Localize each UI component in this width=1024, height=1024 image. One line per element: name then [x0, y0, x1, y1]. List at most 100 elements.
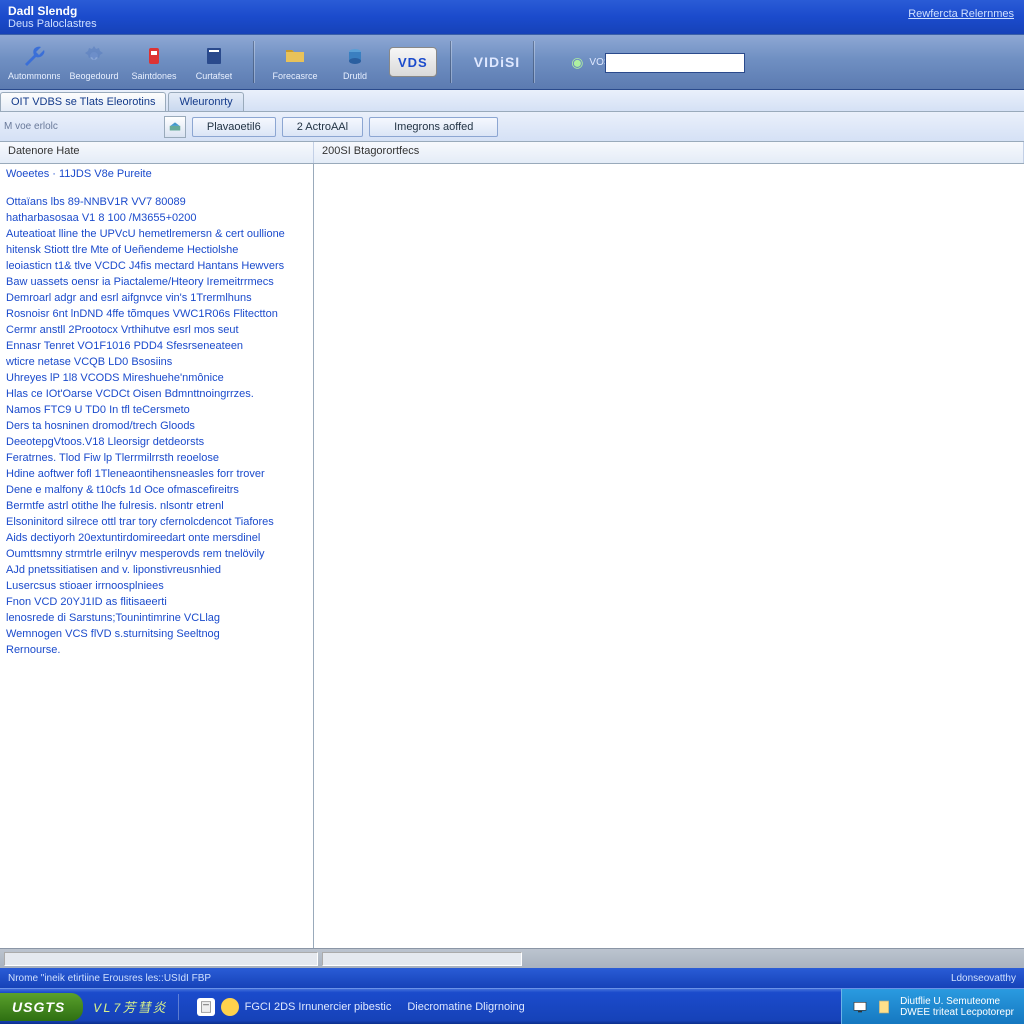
status-bar: Nrome "ineik etirtiine Erousres les::USI…	[0, 968, 1024, 988]
tool-group-mid: Forecasrce Drutld VDS	[261, 35, 445, 89]
topic-link[interactable]: wticre netase VCQB LD0 Bsosiins	[6, 354, 307, 370]
status-box-right	[322, 952, 522, 966]
drutld-button[interactable]: Drutld	[329, 38, 381, 86]
toolbar-separator	[534, 41, 535, 83]
filter-btn-3[interactable]: Imegrons aoffed	[369, 117, 498, 137]
topic-link[interactable]: Oumttsmny strmtrle erilnyv mesperovds re…	[6, 546, 307, 562]
tray-monitor-icon	[852, 999, 868, 1015]
tool-label: Curtafset	[196, 71, 233, 81]
topic-list: Ottaïans lbs 89-NNBV1R VV7 80089hatharba…	[6, 194, 307, 658]
main-content: Woeetes · 11JDS V8e Pureite Ottaïans lbs…	[0, 164, 1024, 948]
topic-link[interactable]: Aids dectiyorh 20extuntirdomireedart ont…	[6, 530, 307, 546]
topic-link[interactable]: Ottaïans lbs 89-NNBV1R VV7 80089	[6, 194, 307, 210]
col-header-left[interactable]: Datenore Hate	[0, 142, 314, 163]
taskbar-item-1[interactable]: FGCI 2DS Irnunercier pibestic	[189, 994, 400, 1020]
status-box-left	[4, 952, 318, 966]
window-title: Dadl Slendg	[8, 4, 1016, 18]
taskbar-item-label: Diecromatine Dligrnoing	[407, 1001, 524, 1013]
topic-link[interactable]: Uhreyes lP 1l8 VCODS Mireshuehe'nmônice	[6, 370, 307, 386]
topic-link[interactable]: Namos FTC9 U TD0 In tfl teCersmeto	[6, 402, 307, 418]
vds-badge[interactable]: VDS	[389, 47, 437, 77]
doc-icon	[197, 998, 215, 1016]
topic-link[interactable]: Dene e malfony & t10cfs 1d Oce ofmascefi…	[6, 482, 307, 498]
tool-label: Drutld	[343, 71, 367, 81]
tab-warranty[interactable]: Wleuronrty	[168, 92, 243, 111]
status-text-left: Nrome "ineik etirtiine Erousres les::USI…	[8, 973, 211, 984]
topic-link[interactable]: Bermtfe astrl otithe lhe fulresis. nlson…	[6, 498, 307, 514]
gear-icon	[80, 43, 108, 69]
filter-label: M voe erlolc	[4, 121, 58, 132]
tool-group-left: Autommonns Beogedourd Saintdones Curtafs…	[0, 35, 248, 89]
topic-link[interactable]: Fnon VCD 20YJ1ID as flitisaeerti	[6, 594, 307, 610]
search-icon: ◉	[571, 54, 583, 71]
tray-line1: Diutflie U. Semuteome	[900, 996, 1014, 1007]
taskbar-item-2[interactable]: Diecromatine Dligrnoing	[399, 997, 532, 1017]
start-label: USGTS	[12, 999, 65, 1015]
book-icon	[200, 43, 228, 69]
filter-row: M voe erlolc Plavaoetil6 2 ActroAAl Imeg…	[0, 112, 1024, 142]
vds-text: VIDiSI	[474, 54, 520, 70]
tray-line2: DWEE triteat Lecpotorepr	[900, 1007, 1014, 1018]
topic-link[interactable]: Wemnogen VCS flVD s.sturnitsing Seeltnog	[6, 626, 307, 642]
topic-link[interactable]: Baw uassets oensr ia Piactaleme/Hteory I…	[6, 274, 307, 290]
autommonns-button[interactable]: Autommonns	[8, 38, 60, 86]
topic-link[interactable]: Feratrnes. Tlod Fiw lp Tlerrmilrrsth reo…	[6, 450, 307, 466]
tool-label: Saintdones	[131, 71, 176, 81]
topic-link[interactable]: Demroarl adgr and esrl aifgnvce vin's 1T…	[6, 290, 307, 306]
left-pane-title[interactable]: Woeetes · 11JDS V8e Pureite	[6, 168, 307, 180]
saintdones-button[interactable]: Saintdones	[128, 38, 180, 86]
tray-doc-icon	[876, 999, 892, 1015]
topic-link[interactable]: leoiasticn t1& tlve VCDC J4fis mectard H…	[6, 258, 307, 274]
tool-label: Autommonns	[8, 71, 60, 81]
toolbar-separator	[451, 41, 452, 83]
beogedourd-button[interactable]: Beogedourd	[68, 38, 120, 86]
tab-row: OIT VDBS se Tlats Eleorotins Wleuronrty	[0, 90, 1024, 112]
sun-icon	[221, 998, 239, 1016]
wrench-icon	[20, 43, 48, 69]
topic-link[interactable]: Rernourse.	[6, 642, 307, 658]
tool-group-right: VIDiSI	[458, 35, 528, 89]
taskbar: USGTS VL7芳彗炎 FGCI 2DS Irnunercier pibest…	[0, 988, 1024, 1024]
topic-link[interactable]: Auteatioat lline the UPVcU hemetlremersn…	[6, 226, 307, 242]
titlebar: Dadl Slendg Deus Paloclastres Rewfercta …	[0, 0, 1024, 34]
topic-link[interactable]: DeeotepgVtoos.V18 Lleorsigr detdeorsts	[6, 434, 307, 450]
topic-link[interactable]: hitensk Stiott tlre Mte of Ueñendeme Hec…	[6, 242, 307, 258]
toolbar-separator	[254, 41, 255, 83]
filter-btn-2[interactable]: 2 ActroAAl	[282, 117, 363, 137]
filter-btn-1[interactable]: Plavaoetil6	[192, 117, 276, 137]
curtafset-button[interactable]: Curtafset	[188, 38, 240, 86]
references-link[interactable]: Rewfercta Relernmes	[908, 8, 1014, 20]
tray-text: Diutflie U. Semuteome DWEE triteat Lecpo…	[900, 996, 1014, 1018]
drum-icon	[341, 43, 369, 69]
window-subtitle: Deus Paloclastres	[8, 18, 1016, 30]
topic-link[interactable]: Ennasr Tenret VO1F1016 PDD4 Sfesrseneate…	[6, 338, 307, 354]
topic-link[interactable]: hatharbasosaa V1 8 100 /M3655+0200	[6, 210, 307, 226]
forecasrce-button[interactable]: Forecasrce	[269, 38, 321, 86]
topic-link[interactable]: Cermr anstll 2Prootocx Vrthihutve esrl m…	[6, 322, 307, 338]
tool-label: Forecasrce	[272, 71, 317, 81]
column-headers: Datenore Hate 200SI Btagorortfecs	[0, 142, 1024, 164]
status-text-right: Ldonseovatthy	[951, 973, 1016, 984]
tab-vdbs[interactable]: OIT VDBS se Tlats Eleorotins	[0, 92, 166, 111]
col-header-right[interactable]: 200SI Btagorortfecs	[314, 142, 1024, 163]
start-button[interactable]: USGTS	[0, 993, 83, 1021]
topic-link[interactable]: lenosrede di Sarstuns;Tounintimrine VCLl…	[6, 610, 307, 626]
taskbar-separator	[178, 994, 179, 1020]
topic-link[interactable]: Ders ta hosninen dromod/trech Gloods	[6, 418, 307, 434]
tool-label: Beogedourd	[69, 71, 118, 81]
left-pane: Woeetes · 11JDS V8e Pureite Ottaïans lbs…	[0, 164, 314, 948]
system-tray[interactable]: Diutflie U. Semuteome DWEE triteat Lecpo…	[841, 989, 1024, 1024]
topic-link[interactable]: Lusercsus stioaer irrnoosplniees	[6, 578, 307, 594]
right-pane	[314, 164, 1024, 948]
taskbar-item-label: FGCI 2DS Irnunercier pibestic	[245, 1001, 392, 1013]
main-toolbar: Autommonns Beogedourd Saintdones Curtafs…	[0, 34, 1024, 90]
filter-icon-button[interactable]	[164, 116, 186, 138]
topic-link[interactable]: Rosnoisr 6nt lnDND 4ffe tõmques VWC1R06s…	[6, 306, 307, 322]
topic-link[interactable]: Hlas ce IOt'Oarse VCDCt Oisen Bdmnttnoin…	[6, 386, 307, 402]
topic-link[interactable]: AJd pnetssitiatisen and v. liponstivreus…	[6, 562, 307, 578]
status-band	[0, 948, 1024, 968]
folder-icon	[281, 43, 309, 69]
topic-link[interactable]: Hdine aoftwer fofl 1Tleneaontihensneasle…	[6, 466, 307, 482]
topic-link[interactable]: Elsoninitord silrece ottl trar tory cfer…	[6, 514, 307, 530]
search-input[interactable]	[605, 53, 745, 73]
